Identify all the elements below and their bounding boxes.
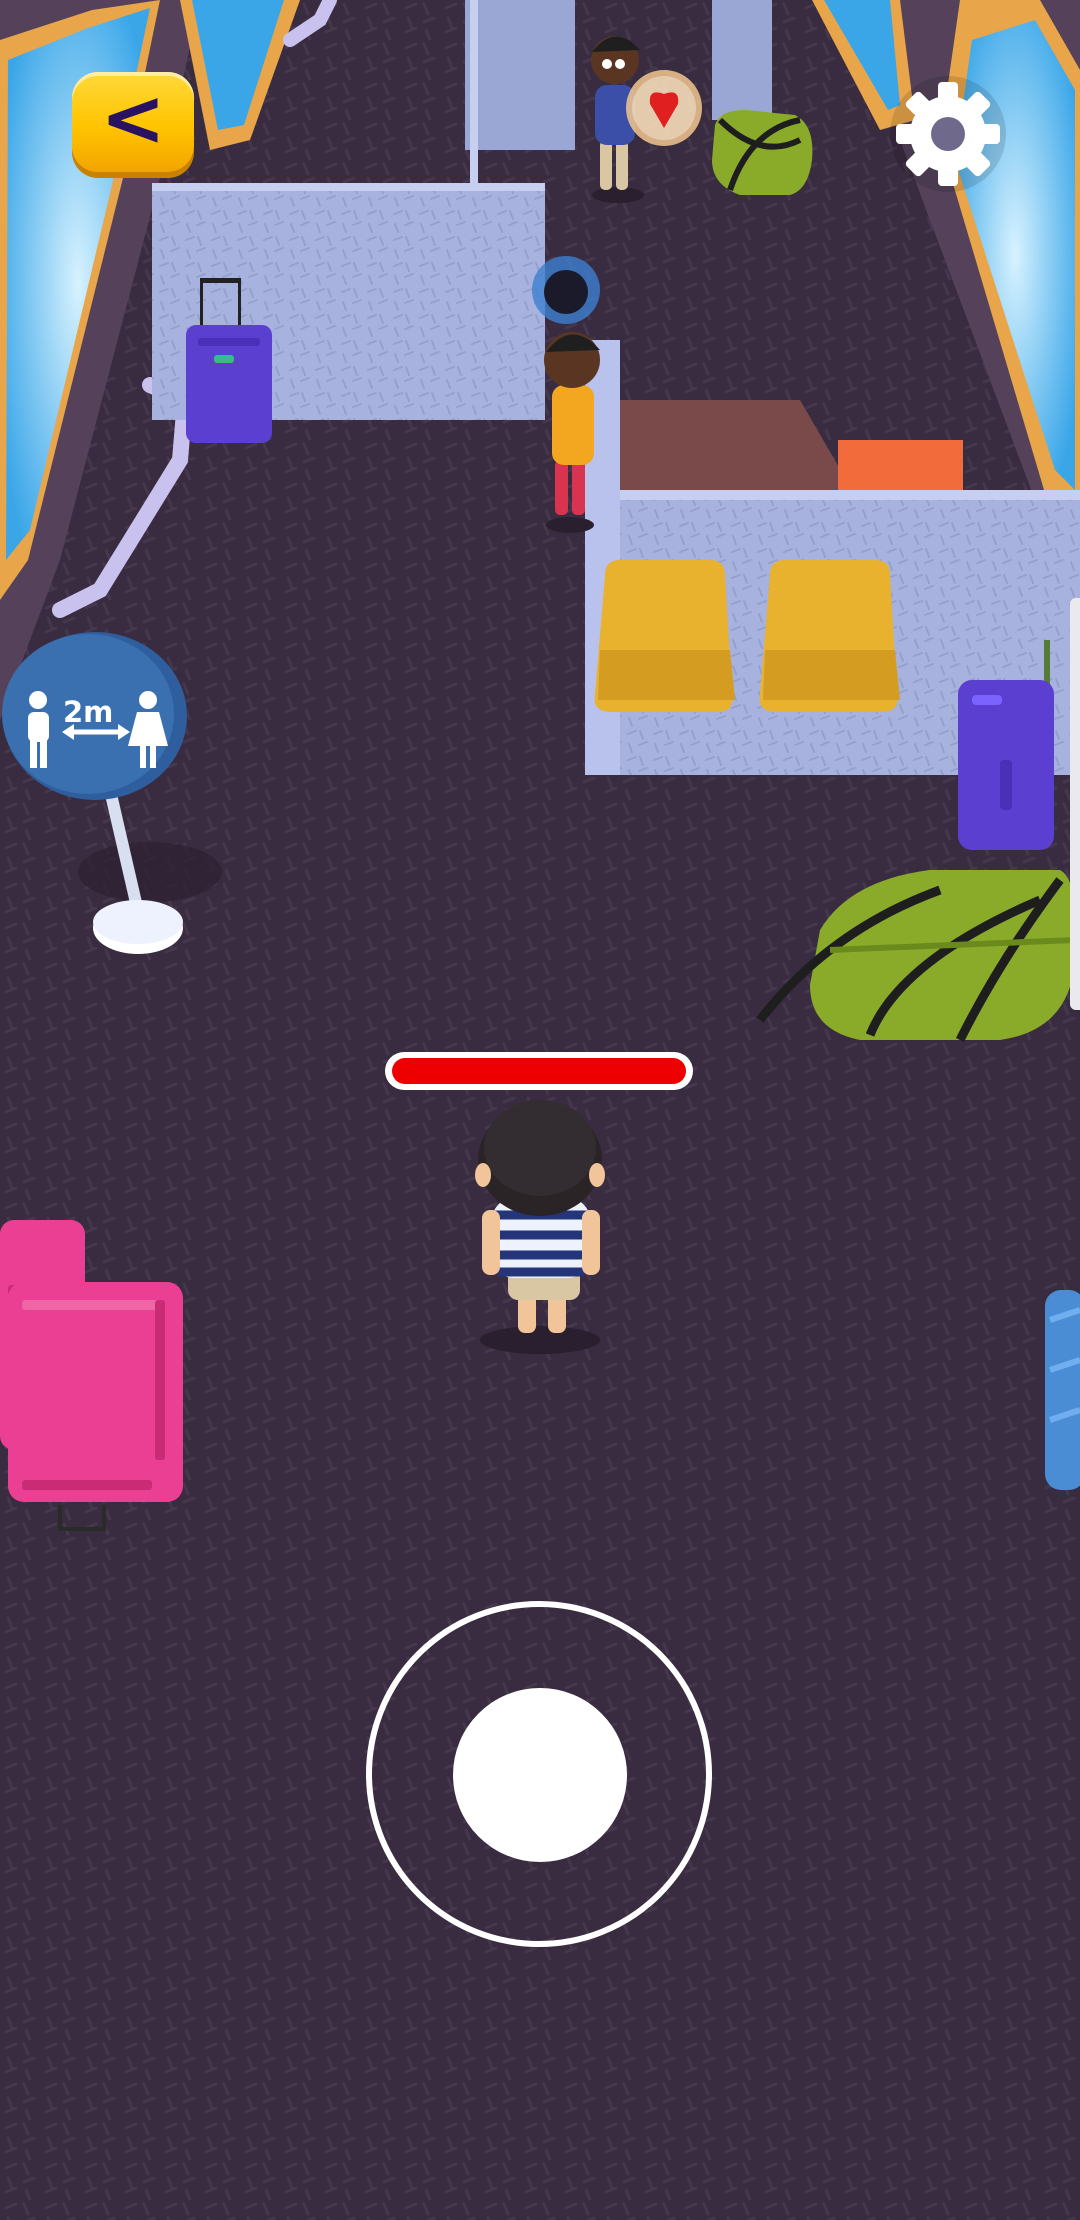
love-bubble <box>626 70 702 146</box>
blue-barrel-edge <box>1045 1290 1080 1490</box>
settings-button[interactable] <box>886 72 1010 196</box>
chevron-left-icon: < <box>100 74 166 164</box>
seat-1 <box>594 560 735 712</box>
seat-2 <box>759 560 900 712</box>
green-duffel-bag-small <box>712 110 813 195</box>
distance-sign-label: 2m <box>63 695 114 729</box>
joystick-knob[interactable] <box>453 1688 627 1862</box>
edge-panel-handle[interactable] <box>1070 598 1080 1010</box>
gear-icon <box>890 76 1006 192</box>
back-button[interactable]: < <box>72 72 194 172</box>
health-bar: 1 <box>385 1052 693 1090</box>
health-bar-fill <box>392 1058 686 1084</box>
left-partition <box>152 183 545 443</box>
